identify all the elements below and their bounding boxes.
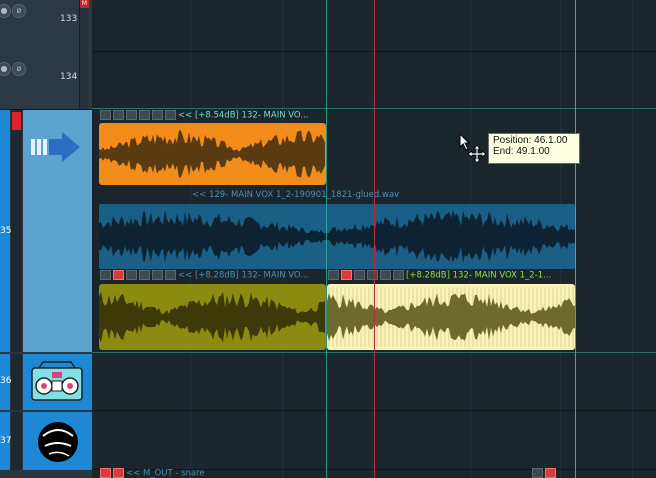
item-label: << [+8.54dB] 132- MAIN VO...	[178, 110, 309, 121]
waveform	[99, 291, 325, 343]
item-label: << [+8.28dB] 132- MAIN VO...	[178, 270, 309, 281]
media-item-selected[interactable]	[327, 284, 575, 350]
track-number: 134	[60, 72, 78, 82]
waveform	[99, 130, 325, 178]
mute-icon[interactable]	[100, 468, 111, 478]
playhead[interactable]	[374, 0, 375, 478]
volume-icon[interactable]: ●	[0, 4, 11, 18]
lock-icon[interactable]	[100, 270, 111, 280]
edit-cursor-line	[575, 0, 576, 478]
boombox-icon	[31, 361, 83, 401]
tooltip-position: Position: 46.1.00	[493, 135, 568, 146]
vu-meter	[11, 412, 22, 470]
item-header[interactable]: << [+8.54dB] 132- MAIN VO...	[100, 110, 326, 121]
track-icon-panel[interactable]	[23, 354, 92, 410]
volume-icon[interactable]: ●	[0, 62, 11, 76]
item-label: << 129- MAIN VOX 1_2-190901_1821-glued.w…	[192, 190, 400, 200]
notes-icon[interactable]	[367, 270, 378, 280]
mute-icon[interactable]	[113, 468, 124, 478]
pooled-icon[interactable]	[393, 270, 404, 280]
lock-icon[interactable]	[532, 468, 543, 478]
record-arm-icon[interactable]: M	[80, 0, 89, 8]
notes-icon[interactable]	[139, 110, 150, 120]
track-sliver	[79, 52, 88, 109]
envelope-icon[interactable]	[354, 270, 365, 280]
track-number: 36	[0, 376, 12, 386]
fx-icon[interactable]	[152, 270, 163, 280]
envelope-icon[interactable]	[126, 110, 137, 120]
track-control-panel: ● ø 133 M ● ø 134 35 36 37	[0, 0, 92, 478]
tooltip-end: End: 49.1.00	[493, 146, 550, 157]
phase-icon[interactable]: ø	[12, 4, 26, 18]
item-header[interactable]: [+8.28dB] 132- MAIN VOX 1_2-1...	[328, 270, 574, 281]
track-number: 37	[0, 436, 12, 446]
item-header[interactable]	[532, 468, 572, 478]
mute-icon[interactable]	[545, 468, 556, 478]
track-icon-panel[interactable]	[23, 412, 92, 470]
vu-clip-indicator	[12, 112, 21, 130]
item-header[interactable]: << M_OUT - snare	[100, 468, 326, 478]
waveform	[327, 287, 575, 347]
phase-icon[interactable]: ø	[12, 62, 26, 76]
notes-icon[interactable]	[139, 270, 150, 280]
lock-icon[interactable]	[328, 270, 339, 280]
item-label: << M_OUT - snare	[126, 468, 205, 478]
cursor-line	[326, 0, 327, 478]
media-item-olive[interactable]	[99, 284, 326, 350]
arrange-view[interactable]: << [+8.54dB] 132- MAIN VO... << 129- MAI…	[92, 0, 656, 478]
track-icon-panel[interactable]	[23, 110, 92, 352]
move-cursor-icon	[468, 145, 486, 163]
vu-meter	[11, 354, 22, 410]
track-number: 35	[0, 226, 12, 236]
item-header[interactable]: << [+8.28dB] 132- MAIN VO...	[100, 270, 326, 281]
position-tooltip: Position: 46.1.00 End: 49.1.00	[488, 133, 580, 164]
media-item-blue[interactable]	[99, 204, 575, 269]
logo-icon	[38, 422, 78, 462]
pooled-icon[interactable]	[165, 110, 176, 120]
item-header[interactable]: << 129- MAIN VOX 1_2-190901_1821-glued.w…	[192, 190, 572, 201]
mute-icon[interactable]	[113, 270, 124, 280]
mute-icon[interactable]	[113, 110, 124, 120]
waveform	[99, 210, 575, 263]
track-133-header[interactable]: ● ø 133 M	[0, 0, 92, 53]
envelope-icon[interactable]	[126, 270, 137, 280]
arrow-icon	[31, 132, 80, 162]
fx-icon[interactable]	[152, 110, 163, 120]
fx-icon[interactable]	[380, 270, 391, 280]
vu-meter	[11, 110, 22, 352]
track-number: 133	[60, 14, 78, 24]
mute-icon[interactable]	[341, 270, 352, 280]
track-134-header[interactable]: ● ø 134	[0, 52, 92, 110]
pooled-icon[interactable]	[165, 270, 176, 280]
lock-icon[interactable]	[100, 110, 111, 120]
media-item-orange[interactable]	[99, 123, 326, 185]
item-label: [+8.28dB] 132- MAIN VOX 1_2-1...	[406, 270, 552, 281]
